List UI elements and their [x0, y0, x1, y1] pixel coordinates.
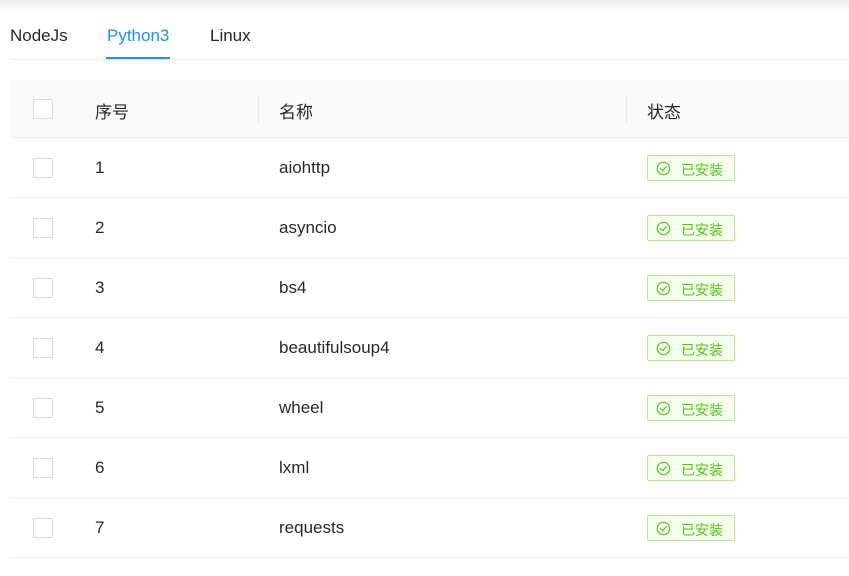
status-label: 已安装: [681, 342, 723, 358]
row-index: 7: [95, 518, 105, 537]
status-badge: 已安装: [647, 395, 735, 421]
tab-python3[interactable]: Python3: [107, 26, 169, 46]
package-name: requests: [279, 518, 345, 537]
status-badge: 已安装: [647, 455, 735, 481]
check-circle-icon: [656, 521, 671, 536]
package-name: bs4: [279, 278, 307, 297]
row-checkbox[interactable]: [33, 158, 53, 178]
row-checkbox[interactable]: [33, 518, 53, 538]
table-header: 序号 名称 状态: [10, 80, 849, 138]
table-row: 6 lxml 已安装: [10, 438, 849, 498]
status-badge: 已安装: [647, 515, 735, 541]
check-circle-icon: [656, 161, 671, 176]
row-index: 1: [95, 158, 105, 177]
check-circle-icon: [656, 281, 671, 296]
table-body: 1 aiohttp 已安装 2 asyncio 已安装 3 bs4 已安装 4 beautifuls…: [10, 138, 849, 558]
row-index: 6: [95, 458, 105, 477]
row-index: 5: [95, 398, 105, 417]
check-circle-icon: [656, 221, 671, 236]
status-badge: 已安装: [647, 155, 735, 181]
table-row: 3 bs4 已安装: [10, 258, 849, 318]
select-all-checkbox[interactable]: [33, 99, 53, 119]
package-name: wheel: [279, 398, 324, 417]
check-circle-icon: [656, 341, 671, 356]
check-circle-icon: [656, 401, 671, 416]
row-checkbox[interactable]: [33, 458, 53, 478]
status-label: 已安装: [681, 282, 723, 298]
row-index: 2: [95, 218, 105, 237]
header-index: 序号: [95, 103, 129, 122]
packages-table: 序号 名称 状态 1 aiohttp 已安装 2 asyncio 已安装 3 bs4 已安装 4 b…: [10, 80, 849, 558]
row-index: 4: [95, 338, 105, 357]
status-badge: 已安装: [647, 335, 735, 361]
status-badge: 已安装: [647, 275, 735, 301]
tab-linux[interactable]: Linux: [210, 26, 251, 46]
header-status: 状态: [647, 103, 681, 122]
status-label: 已安装: [681, 462, 723, 478]
package-name: aiohttp: [279, 158, 331, 177]
column-divider: [258, 95, 259, 123]
row-checkbox[interactable]: [33, 278, 53, 298]
package-name: beautifulsoup4: [279, 338, 390, 357]
top-shadow: [0, 0, 849, 12]
active-tab-indicator: [106, 57, 170, 59]
table-row: 5 wheel 已安装: [10, 378, 849, 438]
table-row: 4 beautifulsoup4 已安装: [10, 318, 849, 378]
table-row: 2 asyncio 已安装: [10, 198, 849, 258]
column-divider: [626, 95, 627, 123]
status-label: 已安装: [681, 522, 723, 538]
status-label: 已安装: [681, 162, 723, 178]
row-checkbox[interactable]: [33, 218, 53, 238]
check-circle-icon: [656, 461, 671, 476]
package-name: asyncio: [279, 218, 337, 237]
status-label: 已安装: [681, 402, 723, 418]
tab-bar: NodeJs Python3 Linux: [10, 12, 849, 60]
status-badge: 已安装: [647, 215, 735, 241]
tab-nodejs[interactable]: NodeJs: [10, 26, 68, 46]
package-name: lxml: [279, 458, 310, 477]
status-label: 已安装: [681, 222, 723, 238]
table-row: 1 aiohttp 已安装: [10, 138, 849, 198]
row-index: 3: [95, 278, 105, 297]
row-checkbox[interactable]: [33, 398, 53, 418]
header-name: 名称: [279, 103, 313, 122]
table-row: 7 requests 已安装: [10, 498, 849, 558]
row-checkbox[interactable]: [33, 338, 53, 358]
